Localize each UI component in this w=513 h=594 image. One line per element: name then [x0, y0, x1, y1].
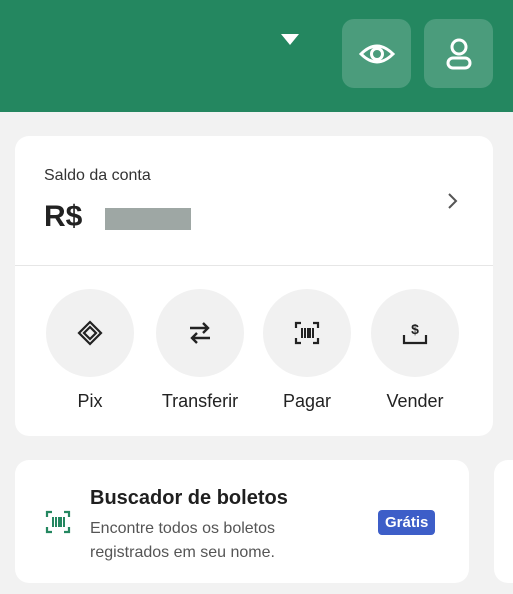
boleto-finder-description: Encontre todos os boletos registrados em…: [90, 520, 276, 561]
next-card-peek[interactable]: [494, 460, 513, 583]
chevron-right-icon: [448, 193, 458, 209]
profile-button[interactable]: [424, 19, 493, 88]
action-circle[interactable]: $: [371, 289, 459, 377]
svg-text:$: $: [411, 321, 419, 337]
action-label: Pagar: [282, 391, 332, 411]
barcode-scan-icon: [45, 510, 71, 539]
toggle-balance-visibility-button[interactable]: [342, 19, 411, 88]
balance-details-button[interactable]: [447, 192, 459, 215]
boleto-finder-title: Buscador de boletos: [90, 487, 288, 509]
app-header: [0, 0, 513, 112]
action-transferir[interactable]: Transferir: [150, 289, 250, 412]
user-icon: [446, 38, 471, 69]
action-label: Vender: [386, 391, 444, 411]
transfer-arrows-icon: [190, 322, 210, 344]
boleto-finder-card[interactable]: Buscador de boletos Encontre todos os bo…: [15, 460, 469, 583]
balance-label: Saldo da conta: [44, 167, 151, 184]
pix-icon: [77, 320, 103, 346]
caret-down-icon[interactable]: [281, 34, 299, 45]
free-badge: Grátis: [378, 510, 436, 535]
action-pagar[interactable]: Pagar: [257, 289, 357, 412]
action-label: Pix: [77, 391, 103, 411]
action-circle[interactable]: [46, 289, 134, 377]
account-card: Saldo da conta R$ Pix Transferir Pagar $…: [15, 136, 493, 436]
action-vender[interactable]: $ Vender: [365, 289, 465, 412]
action-circle[interactable]: [156, 289, 244, 377]
balance-currency: R$: [44, 200, 83, 233]
hidden-balance-mask: [105, 208, 191, 230]
barcode-icon: [294, 321, 320, 345]
action-label: Transferir: [161, 391, 239, 411]
action-circle[interactable]: [263, 289, 351, 377]
eye-icon: [358, 44, 395, 63]
action-pix[interactable]: Pix: [40, 289, 140, 412]
sell-tray-icon: $: [402, 321, 428, 345]
divider: [15, 265, 493, 266]
